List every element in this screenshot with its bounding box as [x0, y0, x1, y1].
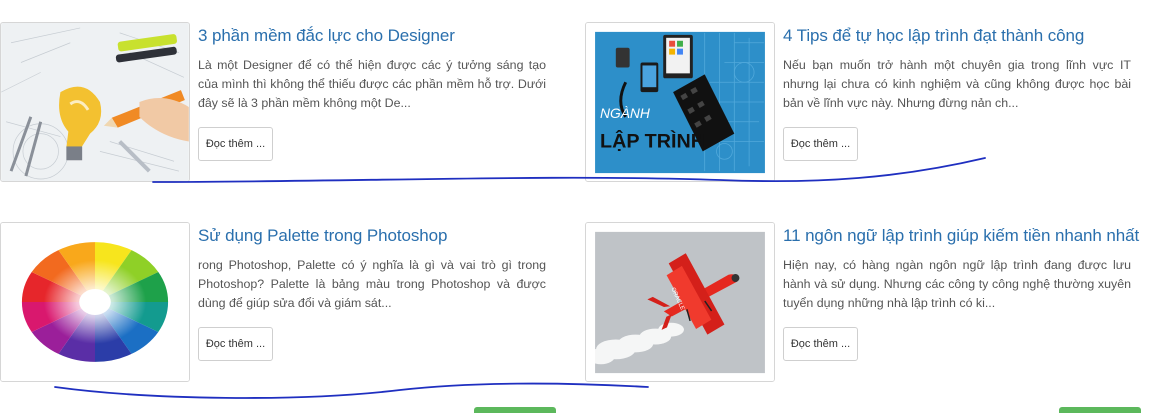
- read-more-button[interactable]: Đọc thêm ...: [783, 327, 858, 361]
- article-card: Sử dụng Palette trong Photoshop rong Pho…: [0, 222, 560, 392]
- article-title[interactable]: 11 ngôn ngữ lập trình giúp kiếm tiền nha…: [783, 226, 1143, 246]
- image-caption: NGÀNH: [600, 105, 650, 121]
- article-title[interactable]: Sử dụng Palette trong Photoshop: [198, 226, 558, 246]
- article-card: NGÀNH LẬP TRÌNH 4 Tips để tự học lập trì…: [585, 22, 1145, 192]
- lightbulb-sketch-image: [1, 23, 189, 181]
- article-title[interactable]: 4 Tips để tự học lập trình đạt thành côn…: [783, 26, 1143, 46]
- read-more-button[interactable]: Đọc thêm ...: [198, 327, 273, 361]
- image-caption: LẬP TRÌNH: [600, 128, 705, 152]
- article-excerpt: rong Photoshop, Palette có ý nghĩa là gì…: [198, 258, 546, 310]
- red-plane-image: ORACLE: [586, 223, 774, 381]
- green-button[interactable]: [1059, 407, 1141, 413]
- read-more-button[interactable]: Đọc thêm ...: [783, 127, 858, 161]
- article-thumbnail[interactable]: ORACLE: [585, 222, 775, 382]
- article-thumbnail[interactable]: [0, 222, 190, 382]
- color-wheel-image: [1, 223, 189, 381]
- article-thumbnail[interactable]: NGÀNH LẬP TRÌNH: [585, 22, 775, 182]
- programming-devices-image: NGÀNH LẬP TRÌNH: [586, 23, 774, 181]
- article-title[interactable]: 3 phần mềm đắc lực cho Designer: [198, 26, 558, 46]
- article-card: 3 phần mềm đắc lực cho Designer Là một D…: [0, 22, 560, 192]
- green-button[interactable]: [474, 407, 556, 413]
- read-more-button[interactable]: Đọc thêm ...: [198, 127, 273, 161]
- article-thumbnail[interactable]: [0, 22, 190, 182]
- article-excerpt: Hiện nay, có hàng ngàn ngôn ngữ lập trìn…: [783, 258, 1131, 310]
- article-excerpt: Nếu bạn muốn trở hành một chuyên gia tro…: [783, 58, 1131, 110]
- article-excerpt: Là một Designer để có thể hiện được các …: [198, 58, 546, 110]
- article-card: ORACLE 11 ngôn ngữ lập trình giúp kiếm t…: [585, 222, 1145, 392]
